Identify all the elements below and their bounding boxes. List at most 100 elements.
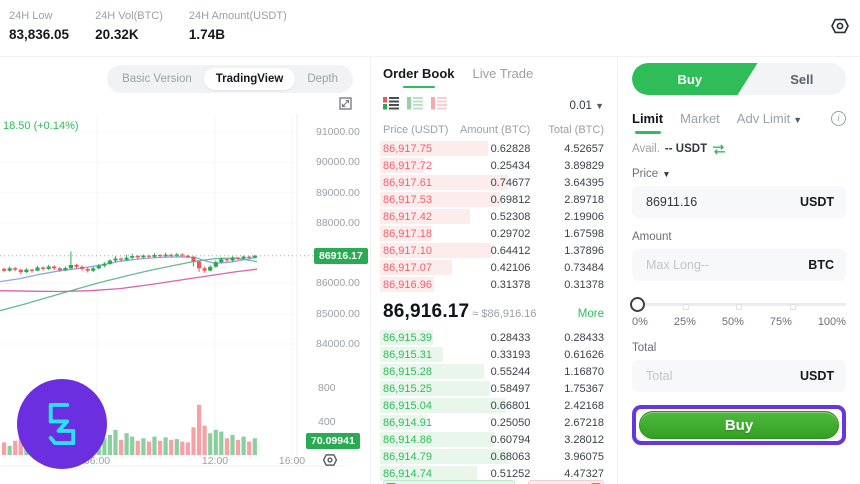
amount-field[interactable]: BTC xyxy=(632,249,846,281)
buy-side-tab[interactable]: Buy xyxy=(632,63,758,95)
tab-market[interactable]: Market xyxy=(680,111,720,126)
ask-row[interactable]: 86,917.53 0.69812 2.89718 xyxy=(380,191,604,208)
chart-tab-depth[interactable]: Depth xyxy=(295,68,350,90)
annotation-highlight: Buy xyxy=(632,405,846,445)
amt-cell: 0.31378 xyxy=(490,278,531,291)
sell-ratio-segment xyxy=(528,480,604,484)
ask-row[interactable]: 86,917.10 0.64412 1.37896 xyxy=(380,242,604,259)
topbar-stats: 24H Low 83,836.05 24H Vol(BTC) 20.32K 24… xyxy=(0,0,860,42)
price-input[interactable] xyxy=(644,194,792,210)
price-field[interactable]: USDT xyxy=(632,186,846,218)
chart-view-tabs: Basic Version TradingView Depth xyxy=(107,65,353,93)
expand-icon[interactable] xyxy=(339,97,352,110)
buy-button[interactable]: Buy xyxy=(639,411,839,439)
slider-label-100: 100% xyxy=(817,316,846,328)
slider-labels: 0% 25% 50% 75% 100% xyxy=(632,316,846,328)
bid-rows: 86,915.39 0.28433 0.28433 86,915.31 0.33193 0… xyxy=(380,329,604,482)
tab-limit[interactable]: Limit xyxy=(632,111,663,126)
y-axis-label: 89000.00 xyxy=(316,186,360,199)
ask-row[interactable]: 86,917.72 0.25434 3.89829 xyxy=(380,157,604,174)
chart-tab-tradingview[interactable]: TradingView xyxy=(203,68,296,90)
y-axis-label: 91000.00 xyxy=(316,126,360,138)
amt-cell: 0.55244 xyxy=(490,365,531,378)
order-book-controls: 0.01 ▼ xyxy=(383,97,604,115)
chart-settings-icon[interactable] xyxy=(322,452,338,468)
bid-row[interactable]: 86,915.39 0.28433 0.28433 xyxy=(380,329,604,346)
view-mode-sell-icon[interactable] xyxy=(431,97,447,115)
avail-label: Avail. xyxy=(632,143,660,155)
amount-input[interactable] xyxy=(644,257,801,273)
bid-row[interactable]: 86,914.86 0.60794 3.28012 xyxy=(380,431,604,448)
stat-value: 20.32K xyxy=(95,27,139,42)
view-mode-both-icon[interactable] xyxy=(383,97,399,115)
brand-glyph xyxy=(48,402,76,446)
bid-row[interactable]: 86,915.25 0.58497 1.75367 xyxy=(380,380,604,397)
stat-24h-amount: 24H Amount(USDT) 1.74B xyxy=(189,10,287,42)
price-cell: 86,917.61 xyxy=(383,176,432,189)
amount-label: Amount xyxy=(632,231,672,243)
precision-dropdown[interactable]: 0.01 ▼ xyxy=(569,100,604,112)
ask-row[interactable]: 86,917.75 0.62828 4.52657 xyxy=(380,140,604,157)
slider-tick-50[interactable] xyxy=(736,303,742,310)
view-mode-buy-icon[interactable] xyxy=(407,97,423,115)
total-field[interactable]: USDT xyxy=(632,360,846,392)
tot-cell: 3.89829 xyxy=(564,159,604,172)
info-icon[interactable]: i xyxy=(831,111,846,126)
ask-row[interactable]: 86,917.61 0.74677 3.64395 xyxy=(380,174,604,191)
stat-value: 83,836.05 xyxy=(9,27,70,42)
amt-cell: 0.25434 xyxy=(490,159,531,172)
brand-logo xyxy=(17,379,107,469)
bid-row[interactable]: 86,915.31 0.33193 0.61626 xyxy=(380,346,604,363)
price-cell: 86,915.39 xyxy=(383,331,432,344)
tot-cell: 0.31378 xyxy=(564,278,604,291)
ask-row[interactable]: 86,917.18 0.29702 1.67598 xyxy=(380,225,604,242)
y-axis-label: 86000.00 xyxy=(316,277,360,290)
total-input[interactable] xyxy=(644,368,792,384)
amt-cell: 0.29702 xyxy=(490,227,531,240)
sell-side-tab[interactable]: Sell xyxy=(758,63,846,95)
settings-icon[interactable] xyxy=(830,16,850,36)
tot-cell: 0.28433 xyxy=(564,331,604,344)
bid-row[interactable]: 86,914.74 0.51252 4.47327 xyxy=(380,465,604,482)
price-cell: 86,916.96 xyxy=(383,278,432,291)
tot-cell: 1.37896 xyxy=(564,244,604,257)
order-type-tabs: Limit Market Adv Limit ▼ i xyxy=(632,111,846,126)
percent-slider[interactable] xyxy=(630,297,846,312)
bid-row[interactable]: 86,914.79 0.68063 3.96075 xyxy=(380,448,604,465)
ask-row[interactable]: 86,916.96 0.31378 0.31378 xyxy=(380,276,604,293)
chart-tab-basic-version[interactable]: Basic Version xyxy=(110,68,204,90)
tot-cell: 0.73484 xyxy=(564,261,604,274)
tot-cell: 1.16870 xyxy=(564,365,604,378)
trading-app: 24H Low 83,836.05 24H Vol(BTC) 20.32K 24… xyxy=(0,0,860,484)
bid-row[interactable]: 86,914.91 0.25050 2.67218 xyxy=(380,414,604,431)
col-amount: Amount (BTC) xyxy=(460,124,531,136)
more-link[interactable]: More xyxy=(578,308,604,320)
price-cell: 86,917.07 xyxy=(383,261,432,274)
price-cell: 86,915.25 xyxy=(383,382,432,395)
bid-row[interactable]: 86,915.04 0.66801 2.42168 xyxy=(380,397,604,414)
price-cell: 86,917.53 xyxy=(383,193,432,206)
tab-live-trade[interactable]: Live Trade xyxy=(473,66,534,81)
price-cell: 86,915.04 xyxy=(383,399,432,412)
tot-cell: 2.89718 xyxy=(564,193,604,206)
price-label: Price ▼ xyxy=(632,168,671,180)
amt-cell: 0.60794 xyxy=(490,433,531,446)
slider-handle[interactable] xyxy=(630,297,645,312)
buy-sell-ratio-bar xyxy=(383,480,604,484)
last-price: 86,916.17 xyxy=(383,301,470,322)
tab-adv-limit[interactable]: Adv Limit ▼ xyxy=(737,111,802,126)
tot-cell: 2.42168 xyxy=(564,399,604,412)
transfer-icon[interactable] xyxy=(712,144,726,155)
ask-rows: 86,917.75 0.62828 4.52657 86,917.72 0.25434 3… xyxy=(380,140,604,293)
slider-tick-75[interactable] xyxy=(789,303,796,310)
buy-ratio-segment xyxy=(383,480,516,484)
slider-label-25: 25% xyxy=(673,316,696,328)
ask-row[interactable]: 86,917.42 0.52308 2.19906 xyxy=(380,208,604,225)
bid-row[interactable]: 86,915.28 0.55244 1.16870 xyxy=(380,363,604,380)
stat-24h-low: 24H Low 83,836.05 xyxy=(9,10,69,42)
price-cell: 86,917.10 xyxy=(383,244,432,257)
slider-tick-25[interactable] xyxy=(682,303,689,310)
ask-row[interactable]: 86,917.07 0.42106 0.73484 xyxy=(380,259,604,276)
amt-cell: 0.62828 xyxy=(490,142,531,155)
tab-order-book[interactable]: Order Book xyxy=(383,66,455,81)
